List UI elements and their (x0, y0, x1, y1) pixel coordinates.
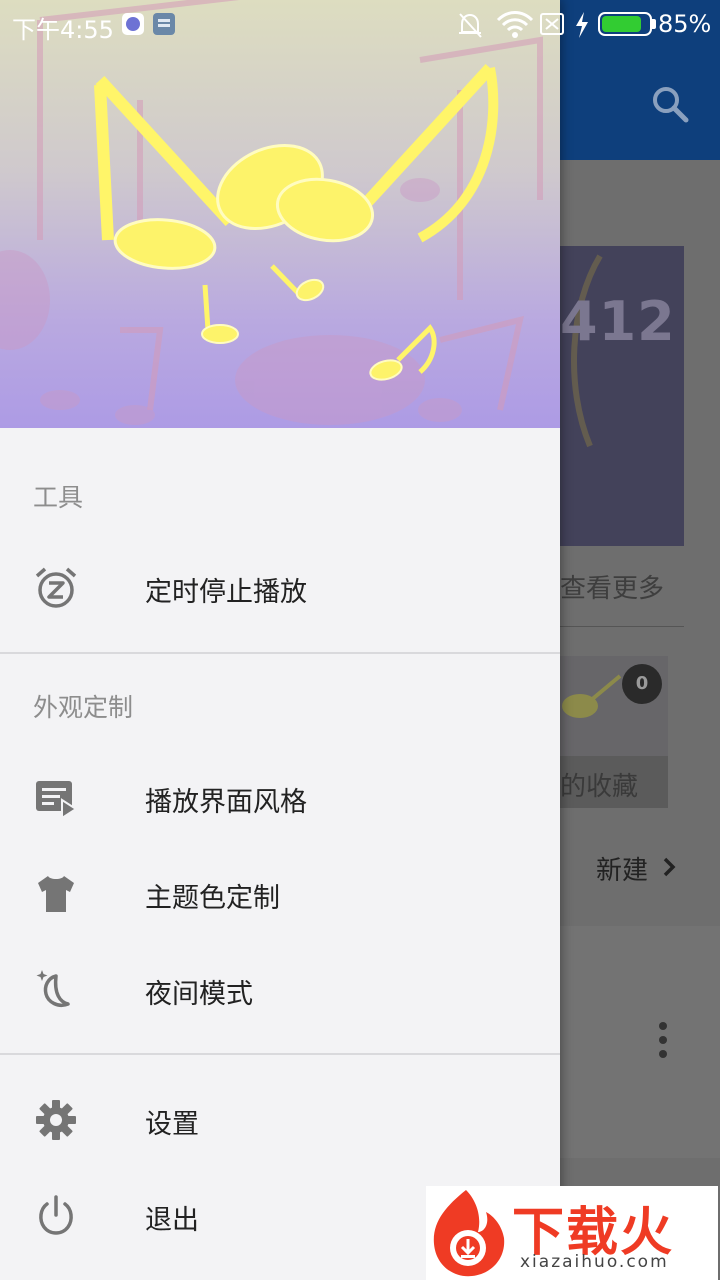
battery-tip (652, 19, 656, 29)
watermark-url: xiazaihuo.com (520, 1252, 669, 1272)
power-icon (39, 1195, 73, 1235)
section-title-appearance: 外观定制 (33, 693, 134, 722)
menu-label-sleep-timer: 定时停止播放 (145, 577, 307, 608)
drawer-divider (0, 1053, 560, 1055)
status-bar: 下午4:55 85% (0, 0, 720, 50)
status-icons (459, 11, 588, 38)
watermark: 下载火 xiazaihuo.com (426, 1186, 718, 1280)
alarm-timer-icon (35, 567, 77, 608)
menu-label-settings: 设置 (145, 1109, 199, 1140)
menu-item-player-style[interactable]: 播放界面风格 (0, 750, 560, 846)
menu-item-settings[interactable]: 设置 (0, 1072, 560, 1168)
menu-label-exit: 退出 (145, 1205, 199, 1236)
menu-label-night-mode: 夜间模式 (145, 979, 253, 1010)
moon-icon (36, 970, 70, 1007)
player-style-icon (36, 781, 78, 820)
chevron-right-icon (663, 857, 676, 877)
notification-app-icon (122, 13, 144, 35)
no-sim-icon (540, 13, 564, 35)
search-icon[interactable] (650, 84, 690, 124)
status-time: 下午4:55 (12, 16, 114, 44)
album-count-text: 412 (560, 290, 676, 353)
favorites-label: 的收藏 (560, 772, 639, 802)
notification-message-icon (153, 13, 175, 35)
menu-label-theme-color: 主题色定制 (145, 883, 280, 914)
battery-icon (598, 12, 652, 36)
gear-icon (36, 1100, 76, 1140)
background-list-area (560, 926, 720, 1158)
wifi-icon (496, 11, 534, 38)
menu-label-player-style: 播放界面风格 (145, 787, 307, 818)
battery-percent: 85% (658, 10, 712, 38)
menu-item-theme-color[interactable]: 主题色定制 (0, 846, 560, 942)
menu-item-night-mode[interactable]: 夜间模式 (0, 942, 560, 1038)
favorites-count-badge: 0 (622, 664, 662, 704)
more-vert-icon[interactable] (656, 1020, 670, 1060)
new-playlist-button[interactable]: 新建 (596, 850, 648, 887)
bell-muted-icon (459, 13, 482, 38)
menu-item-sleep-timer[interactable]: 定时停止播放 (0, 540, 560, 636)
drawer-divider (0, 652, 560, 654)
flame-logo-icon (433, 1190, 505, 1277)
background-divider (560, 626, 684, 627)
drawer-header-image (0, 0, 560, 428)
see-more-link[interactable]: 查看更多 (560, 568, 664, 605)
charging-icon (576, 12, 588, 38)
music-notes-illustration (0, 0, 543, 425)
section-title-tools: 工具 (33, 483, 84, 512)
tshirt-icon (38, 876, 74, 912)
navigation-drawer: 工具 定时停止播放 外观定制 播放界面风格 主题色定制 夜间模式 设置 退出 (0, 0, 560, 1280)
